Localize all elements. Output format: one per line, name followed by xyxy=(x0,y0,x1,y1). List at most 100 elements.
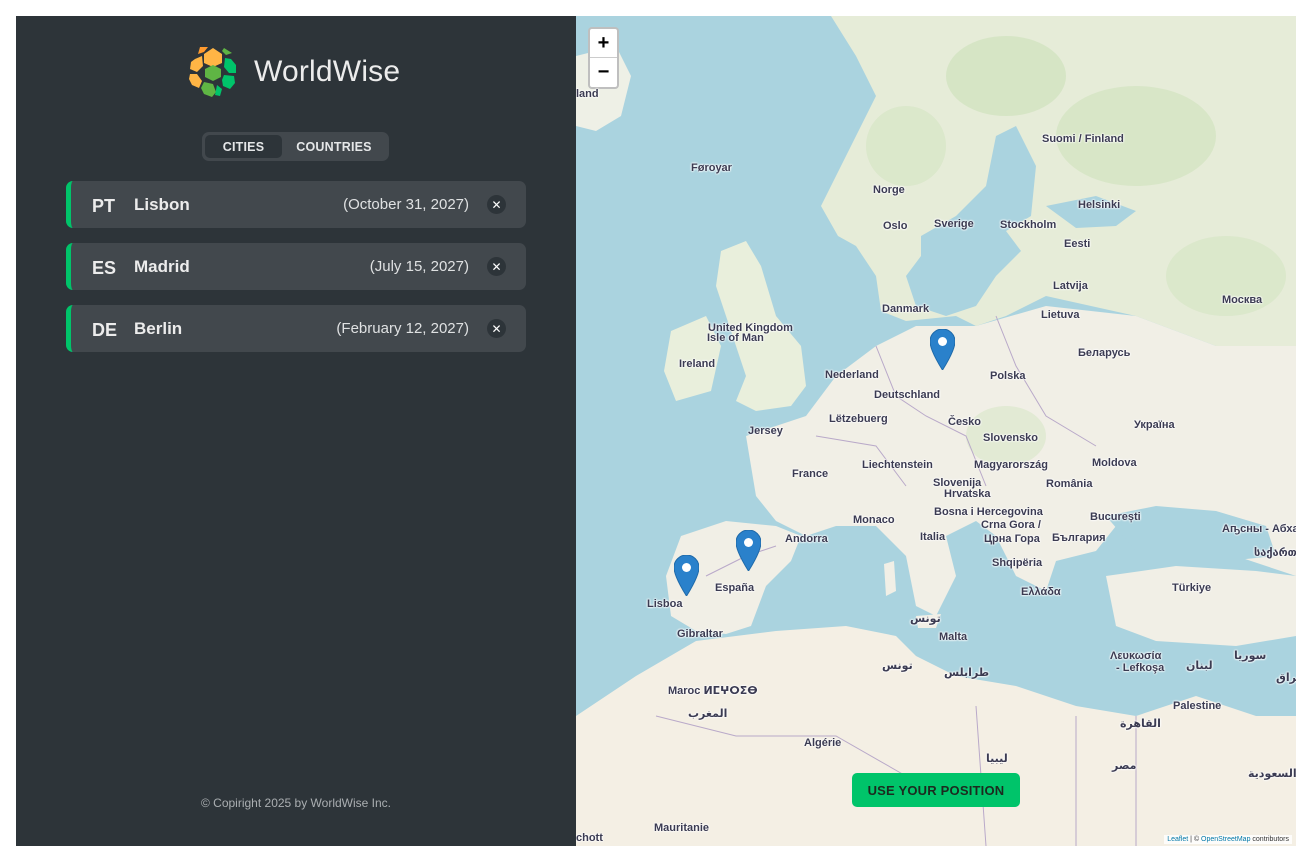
map-label: Stockholm xyxy=(1000,219,1057,231)
close-icon: ✕ xyxy=(491,259,502,274)
map-label: Polska xyxy=(990,370,1026,382)
city-date: (July 15, 2027) xyxy=(369,258,469,275)
city-item-berlin[interactable]: DE Berlin (February 12, 2027) ✕ xyxy=(66,305,526,352)
map-label: București xyxy=(1090,511,1141,523)
map-label: Italia xyxy=(920,531,946,543)
city-date: (February 12, 2027) xyxy=(336,320,469,337)
copyright: © Copiright 2025 by WorldWise Inc. xyxy=(200,796,392,810)
map-label: Аҧсны - Абхазі xyxy=(1222,523,1296,535)
city-name: Berlin xyxy=(134,318,183,338)
map-label: Shqipëria xyxy=(992,557,1043,569)
map-label: Maroc ⵍⵎⵖⵔⵉⴱ xyxy=(668,685,758,697)
zoom-control: + − xyxy=(588,27,619,89)
attribution-tail: contributors xyxy=(1250,836,1289,843)
map-label: Deutschland xyxy=(874,389,941,401)
map-label: - Lefkoşa xyxy=(1116,662,1165,674)
map-label: Andorra xyxy=(785,533,828,545)
map-label: Ireland xyxy=(679,358,716,370)
map-label: Latvija xyxy=(1053,280,1088,292)
map-label: Danmark xyxy=(882,303,930,315)
map-label: القاهرة xyxy=(1120,718,1161,730)
map-label: المغرب xyxy=(688,708,728,720)
map-label: تونس xyxy=(882,660,913,672)
map-label: chott xyxy=(576,832,603,844)
map-label: Nederland xyxy=(825,369,879,381)
delete-city-button[interactable]: ✕ xyxy=(487,195,506,214)
map-label: Česko xyxy=(948,416,982,428)
map-label: مصر xyxy=(1112,760,1137,772)
map-label: Mauritanie xyxy=(654,822,710,834)
map-label: Suomi / Finland xyxy=(1042,133,1124,145)
map-label: România xyxy=(1046,478,1093,490)
view-tabs: CITIES COUNTRIES xyxy=(202,132,389,161)
map-label: لبنان xyxy=(1186,660,1213,672)
map-label: Moldova xyxy=(1092,457,1137,469)
map-label: Lietuva xyxy=(1041,309,1080,321)
map-label: საქართ xyxy=(1254,547,1296,559)
map-label: Беларусь xyxy=(1078,347,1131,359)
map-label: Ελλάδα xyxy=(1021,586,1061,598)
map-label: България xyxy=(1052,532,1106,544)
map-label: Algérie xyxy=(804,737,842,749)
map-label: سوريا xyxy=(1234,650,1267,662)
city-list: PT Lisbon (October 31, 2027) ✕ ES Madrid… xyxy=(66,181,526,367)
map-label: Magyarország xyxy=(974,459,1048,471)
map-label: land xyxy=(576,88,599,100)
city-name: Madrid xyxy=(134,256,190,276)
map-label: السعودية xyxy=(1248,768,1296,780)
tab-cities[interactable]: CITIES xyxy=(205,135,282,158)
country-code: DE xyxy=(92,320,118,340)
logo[interactable]: WorldWise xyxy=(186,45,400,99)
globe-logo-icon xyxy=(187,46,239,98)
delete-city-button[interactable]: ✕ xyxy=(487,257,506,276)
app: WorldWise CITIES COUNTRIES PT Lisbon (Oc… xyxy=(16,16,1296,846)
sidebar: WorldWise CITIES COUNTRIES PT Lisbon (Oc… xyxy=(16,16,576,846)
map-label: Føroyar xyxy=(691,162,732,174)
map-label: Helsinki xyxy=(1078,199,1121,211)
map-label: طرابلس xyxy=(944,667,990,679)
map-label: Liechtenstein xyxy=(862,459,933,471)
zoom-out-button[interactable]: − xyxy=(590,58,617,87)
map-attribution: Leaflet | © OpenStreetMap contributors xyxy=(1164,835,1292,844)
map-label: Monaco xyxy=(853,514,895,526)
tab-countries[interactable]: COUNTRIES xyxy=(282,135,386,158)
map[interactable]: + − land Føroyar Norge Oslo Sverige Stoc… xyxy=(576,16,1296,846)
map-label: Eesti xyxy=(1064,238,1091,250)
map-label: Sverige xyxy=(934,218,974,230)
country-code: PT xyxy=(92,196,116,216)
city-item-lisbon[interactable]: PT Lisbon (October 31, 2027) ✕ xyxy=(66,181,526,228)
map-label: Crna Gora / xyxy=(981,519,1041,531)
map-label: Москва xyxy=(1222,294,1263,306)
map-tiles xyxy=(576,16,1296,846)
zoom-in-button[interactable]: + xyxy=(590,29,617,58)
map-label: Lisboa xyxy=(647,598,683,610)
city-item-madrid[interactable]: ES Madrid (July 15, 2027) ✕ xyxy=(66,243,526,290)
map-marker-madrid-icon[interactable] xyxy=(736,530,761,571)
delete-city-button[interactable]: ✕ xyxy=(487,319,506,338)
map-label: España xyxy=(715,582,755,594)
map-label: العراق xyxy=(1276,672,1296,684)
map-label: Palestine xyxy=(1173,700,1222,712)
map-label: Oslo xyxy=(883,220,908,232)
leaflet-link[interactable]: Leaflet xyxy=(1167,836,1188,843)
map-label: Malta xyxy=(939,631,968,643)
map-label: Lëtzebuerg xyxy=(829,413,888,425)
attribution-separator: | © xyxy=(1188,836,1202,843)
use-position-button[interactable]: USE YOUR POSITION xyxy=(852,773,1020,807)
map-label: تونس xyxy=(910,613,941,625)
map-label: Isle of Man xyxy=(707,332,764,344)
country-code: ES xyxy=(92,258,117,278)
city-date: (October 31, 2027) xyxy=(343,196,469,213)
map-label: Hrvatska xyxy=(944,488,991,500)
close-icon: ✕ xyxy=(491,197,502,212)
map-label: ليبيا xyxy=(986,753,1008,765)
map-label: Norge xyxy=(873,184,905,196)
map-label: Türkiye xyxy=(1172,582,1212,594)
map-label: Jersey xyxy=(748,425,783,437)
city-name: Lisbon xyxy=(134,194,190,214)
osm-link[interactable]: OpenStreetMap xyxy=(1201,836,1250,843)
map-marker-lisbon-icon[interactable] xyxy=(674,555,699,596)
map-label: Λευκωσία xyxy=(1110,650,1162,662)
close-icon: ✕ xyxy=(491,321,502,336)
map-marker-berlin-icon[interactable] xyxy=(930,329,955,370)
